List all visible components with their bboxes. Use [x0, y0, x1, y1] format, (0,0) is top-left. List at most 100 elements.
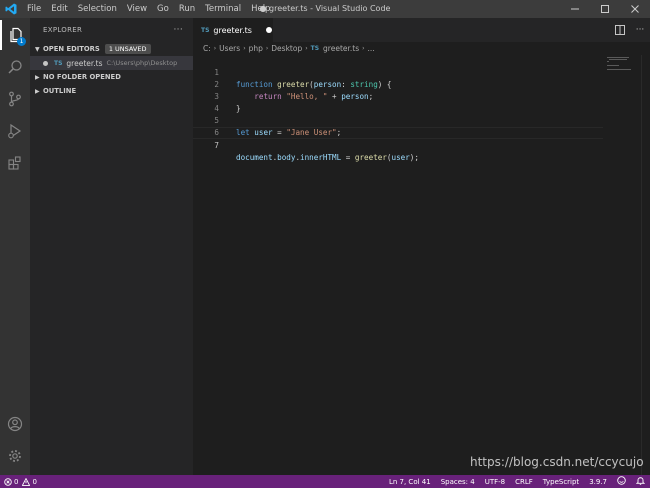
- menu-bar: File Edit Selection View Go Run Terminal…: [22, 0, 275, 18]
- run-debug-icon: [8, 123, 22, 139]
- code-line[interactable]: 3 }: [193, 79, 603, 113]
- editor-tab-bar: TS greeter.ts ···: [193, 18, 650, 42]
- code-line[interactable]: 5 let user = "Jane User";: [193, 103, 603, 137]
- explorer-title: EXPLORER: [43, 26, 83, 34]
- code-line-current[interactable]: 7 document.body.innerHTML = greeter(user…: [193, 127, 603, 162]
- code-line[interactable]: 1 function greeter(person: string) {: [193, 55, 603, 89]
- error-count: 0: [14, 477, 19, 486]
- activity-bar: 1: [0, 18, 30, 475]
- explorer-sidebar: EXPLORER ··· ▼ OPEN EDITORS 1 UNSAVED TS…: [30, 18, 193, 475]
- problems-indicator[interactable]: 0 0: [0, 477, 37, 486]
- split-editor-icon: [615, 25, 625, 35]
- open-editors-section[interactable]: ▼ OPEN EDITORS 1 UNSAVED: [30, 42, 193, 56]
- maximize-icon: [601, 5, 609, 13]
- punct-token: );: [409, 153, 419, 162]
- chevron-down-icon: ▼: [35, 45, 40, 53]
- no-folder-label: NO FOLDER OPENED: [43, 73, 121, 81]
- search-icon: [8, 60, 22, 74]
- menu-selection[interactable]: Selection: [73, 0, 122, 18]
- outline-section[interactable]: ▶ OUTLINE: [30, 84, 193, 98]
- encoding[interactable]: UTF-8: [480, 478, 510, 486]
- breadcrumb-symbols[interactable]: ...: [368, 44, 375, 53]
- maximize-button[interactable]: [590, 0, 620, 18]
- chevron-right-icon: ›: [305, 45, 308, 52]
- function-name-token: greeter: [354, 153, 387, 162]
- no-folder-section[interactable]: ▶ NO FOLDER OPENED: [30, 70, 193, 84]
- watermark-text: https://blog.csdn.net/ccycujo: [470, 455, 644, 469]
- code-line[interactable]: 2 return "Hello, " + person;: [193, 67, 603, 101]
- minimap-line: [607, 61, 609, 62]
- chevron-right-icon: ▶: [35, 87, 40, 95]
- unsaved-dot-icon[interactable]: [265, 27, 272, 33]
- tab-label: greeter.ts: [213, 25, 252, 35]
- close-icon: [631, 5, 639, 13]
- activity-extensions[interactable]: [0, 148, 30, 178]
- window-controls: [560, 0, 650, 18]
- unsaved-badge: 1 UNSAVED: [104, 44, 151, 54]
- typescript-version[interactable]: 3.9.7: [584, 478, 612, 486]
- chevron-right-icon: ▶: [35, 73, 40, 81]
- vertical-scrollbar[interactable]: [641, 55, 650, 475]
- more-editor-actions-button[interactable]: ···: [630, 18, 650, 42]
- open-editor-path: C:\Users\php\Desktop: [106, 59, 178, 67]
- menu-edit[interactable]: Edit: [46, 0, 72, 18]
- chevron-right-icon: ›: [213, 45, 217, 52]
- activity-run-debug[interactable]: [0, 116, 30, 146]
- variable-token: document: [236, 153, 273, 162]
- activity-source-control[interactable]: [0, 84, 30, 114]
- chevron-right-icon: ›: [243, 45, 246, 52]
- warning-count: 0: [32, 477, 37, 486]
- explorer-badge: 1: [17, 37, 26, 46]
- error-icon: [4, 477, 12, 486]
- activity-accounts[interactable]: [0, 409, 30, 439]
- breadcrumb-drive[interactable]: C:: [203, 44, 211, 53]
- title-bar: File Edit Selection View Go Run Terminal…: [0, 0, 650, 18]
- menu-file[interactable]: File: [22, 0, 46, 18]
- code-line[interactable]: 6: [193, 115, 603, 137]
- typescript-file-icon: TS: [310, 45, 320, 52]
- code-line[interactable]: 4: [193, 91, 603, 113]
- minimap-line: [607, 69, 631, 70]
- breadcrumb-file[interactable]: greeter.ts: [323, 44, 359, 53]
- open-editors-label: OPEN EDITORS: [43, 45, 100, 53]
- breadcrumb-desktop[interactable]: Desktop: [271, 44, 302, 53]
- chevron-right-icon: ›: [265, 45, 269, 52]
- chevron-right-icon: ›: [362, 45, 365, 52]
- menu-run[interactable]: Run: [174, 0, 200, 18]
- language-mode[interactable]: TypeScript: [538, 478, 584, 486]
- notifications-button[interactable]: [631, 476, 650, 487]
- more-actions-button[interactable]: ···: [174, 25, 183, 35]
- activity-explorer[interactable]: 1: [0, 20, 30, 50]
- unsaved-dot-icon[interactable]: [43, 60, 48, 66]
- account-icon: [7, 416, 23, 432]
- tab-greeter-ts[interactable]: TS greeter.ts: [193, 18, 273, 42]
- close-window-button[interactable]: [620, 0, 650, 18]
- split-editor-button[interactable]: [610, 18, 630, 42]
- typescript-file-icon: TS: [201, 26, 210, 34]
- breadcrumb-php[interactable]: php: [249, 44, 263, 53]
- line-number: 7: [214, 141, 219, 150]
- minimap-line: [609, 59, 627, 60]
- code-editor[interactable]: 1 function greeter(person: string) { 2 r…: [193, 55, 603, 475]
- end-of-line[interactable]: CRLF: [510, 478, 538, 486]
- ellipsis-icon: ···: [635, 25, 645, 35]
- menu-go[interactable]: Go: [152, 0, 174, 18]
- variable-token: body: [277, 153, 296, 162]
- open-editor-filename: greeter.ts: [66, 58, 103, 68]
- menu-help[interactable]: Help: [246, 0, 275, 18]
- minimap-line: [607, 57, 629, 58]
- feedback-button[interactable]: [612, 476, 631, 487]
- feedback-smiley-icon: [617, 476, 626, 485]
- typescript-file-icon: TS: [54, 59, 63, 67]
- indentation[interactable]: Spaces: 4: [436, 478, 480, 486]
- menu-terminal[interactable]: Terminal: [200, 0, 246, 18]
- minimize-button[interactable]: [560, 0, 590, 18]
- open-editor-item[interactable]: TS greeter.ts C:\Users\php\Desktop: [30, 56, 193, 70]
- breadcrumb-users[interactable]: Users: [219, 44, 240, 53]
- menu-view[interactable]: View: [122, 0, 152, 18]
- activity-search[interactable]: [0, 52, 30, 82]
- minimap[interactable]: [603, 55, 641, 475]
- activity-manage[interactable]: [0, 441, 30, 471]
- breadcrumb: C: › Users › php › Desktop › TS greeter.…: [193, 42, 650, 55]
- cursor-position[interactable]: Ln 7, Col 41: [384, 478, 436, 486]
